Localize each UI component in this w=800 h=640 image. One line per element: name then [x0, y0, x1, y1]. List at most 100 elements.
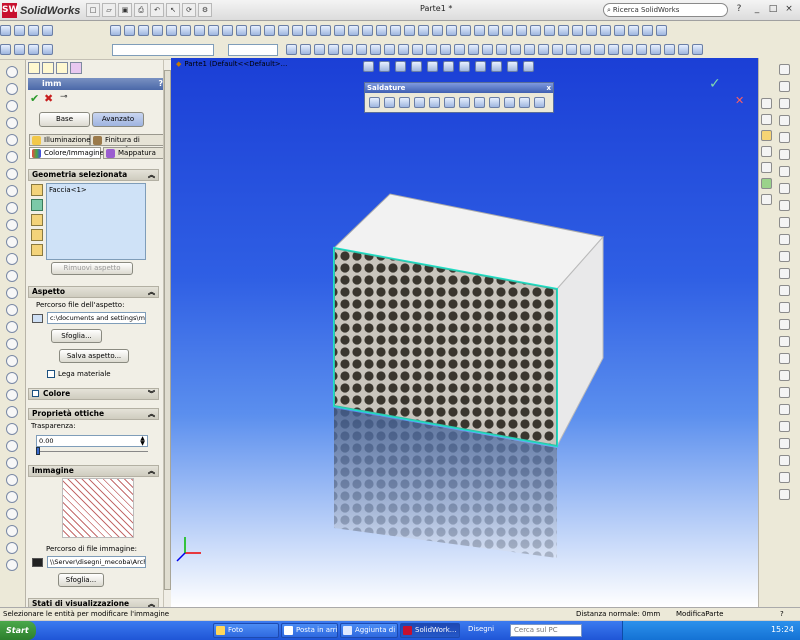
view-tool-icon[interactable]: [779, 132, 790, 143]
feature-filter-icon[interactable]: [31, 214, 43, 226]
toolbar-button-icon[interactable]: [552, 44, 563, 55]
tab-illuminazione[interactable]: Illuminazione: [29, 134, 91, 146]
toolbar-button-icon[interactable]: [370, 44, 381, 55]
toolbar-button-icon[interactable]: [110, 25, 121, 36]
spin-arrows-icon[interactable]: ▲ ▼: [138, 436, 147, 447]
taskbar-search-input[interactable]: Cerca sul PC: [510, 624, 582, 637]
library-icon[interactable]: [761, 114, 772, 125]
toolbar-button-icon[interactable]: [42, 25, 53, 36]
sketch-tool-icon[interactable]: [6, 559, 18, 571]
view-tool-icon[interactable]: [779, 217, 790, 228]
toolbar-button-icon[interactable]: [384, 44, 395, 55]
sketch-tool-icon[interactable]: [6, 168, 18, 180]
rebuild-icon[interactable]: ⟳: [182, 3, 196, 17]
weldment-tool-icon[interactable]: [459, 97, 470, 108]
view-tool-icon[interactable]: [779, 115, 790, 126]
toolbar-button-icon[interactable]: [222, 25, 233, 36]
sketch-tool-icon[interactable]: [6, 100, 18, 112]
sketch-tool-icon[interactable]: [6, 338, 18, 350]
link-material-checkbox[interactable]: [47, 370, 55, 378]
toolbar-button-icon[interactable]: [356, 44, 367, 55]
select-icon[interactable]: ↖: [166, 3, 180, 17]
task-posta[interactable]: Posta in arri...: [281, 623, 338, 638]
weldment-tool-icon[interactable]: [444, 97, 455, 108]
toolbar-button-icon[interactable]: [138, 25, 149, 36]
task-aggiunta[interactable]: Aggiunta di ...: [340, 623, 398, 638]
saldature-toolbar[interactable]: Saldature x: [364, 82, 554, 113]
sketch-tool-icon[interactable]: [6, 457, 18, 469]
help-button[interactable]: ?: [732, 2, 746, 16]
color-checkbox[interactable]: [32, 390, 39, 397]
toolbar-button-icon[interactable]: [432, 25, 443, 36]
toolbar-button-icon[interactable]: [286, 44, 297, 55]
view-tool-icon[interactable]: [779, 438, 790, 449]
view-tool-icon[interactable]: [779, 81, 790, 92]
sketch-tool-icon[interactable]: [6, 219, 18, 231]
view-toolbar-icon[interactable]: [475, 61, 486, 72]
toolbar-button-icon[interactable]: [642, 25, 653, 36]
transparency-field[interactable]: 0.00: [36, 435, 148, 447]
toolbar-button-icon[interactable]: [236, 25, 247, 36]
toolbar-button-icon[interactable]: [586, 25, 597, 36]
solidworks-logo[interactable]: SW SolidWorks: [2, 2, 82, 19]
weldment-tool-icon[interactable]: [399, 97, 410, 108]
view-tool-icon[interactable]: [779, 64, 790, 75]
view-tool-icon[interactable]: [779, 183, 790, 194]
toolbar-button-icon[interactable]: [0, 44, 11, 55]
toolbar-button-icon[interactable]: [656, 25, 667, 36]
toolbar-button-icon[interactable]: [558, 25, 569, 36]
sketch-tool-icon[interactable]: [6, 423, 18, 435]
toolbar-button-icon[interactable]: [342, 44, 353, 55]
toolbar-button-icon[interactable]: [460, 25, 471, 36]
toolbar-button-icon[interactable]: [404, 25, 415, 36]
image-group-header[interactable]: Immagine ︽: [28, 465, 159, 477]
sketch-tool-icon[interactable]: [6, 66, 18, 78]
toolbar-button-icon[interactable]: [488, 25, 499, 36]
toolbar-button-icon[interactable]: [628, 25, 639, 36]
body-filter-icon[interactable]: [31, 199, 43, 211]
view-tool-icon[interactable]: [779, 387, 790, 398]
sketch-tool-icon[interactable]: [6, 202, 18, 214]
weldment-tool-icon[interactable]: [384, 97, 395, 108]
configuration-manager-tab-icon[interactable]: [56, 62, 68, 74]
toolbar-button-icon[interactable]: [348, 25, 359, 36]
pin-icon[interactable]: ⊸: [60, 92, 68, 102]
sketch-tool-icon[interactable]: [6, 474, 18, 486]
view-tool-icon[interactable]: [779, 234, 790, 245]
toolbar-button-icon[interactable]: [250, 25, 261, 36]
toolbar-button-icon[interactable]: [28, 44, 39, 55]
sketch-tool-icon[interactable]: [6, 406, 18, 418]
toolbar-button-icon[interactable]: [398, 44, 409, 55]
display-states-group-header[interactable]: Stati di visualizzazione ︽: [28, 598, 159, 607]
sketch-tool-icon[interactable]: [6, 372, 18, 384]
weldment-tool-icon[interactable]: [504, 97, 515, 108]
sketch-tool-icon[interactable]: [6, 83, 18, 95]
remove-appearance-button[interactable]: Rimuovi aspetto: [51, 262, 133, 275]
feature-manager-tab-icon[interactable]: [28, 62, 40, 74]
toolbar-button-icon[interactable]: [180, 25, 191, 36]
sketch-tool-icon[interactable]: [6, 287, 18, 299]
geometry-group-header[interactable]: Geometria selezionata ︽: [28, 169, 159, 181]
toolbar-button-icon[interactable]: [636, 44, 647, 55]
view-tool-icon[interactable]: [779, 404, 790, 415]
toolbar-button-icon[interactable]: [0, 25, 11, 36]
view-toolbar-icon[interactable]: [459, 61, 470, 72]
weldment-tool-icon[interactable]: [519, 97, 530, 108]
toolbar-button-icon[interactable]: [524, 44, 535, 55]
toolbar-button-icon[interactable]: [14, 44, 25, 55]
toolbar-button-icon[interactable]: [292, 25, 303, 36]
toolbar-button-icon[interactable]: [426, 44, 437, 55]
graphics-viewport[interactable]: [171, 58, 758, 607]
view-toolbar-icon[interactable]: [427, 61, 438, 72]
view-toolbar-icon[interactable]: [507, 61, 518, 72]
toolbar-button-icon[interactable]: [412, 44, 423, 55]
sketch-tool-icon[interactable]: [6, 389, 18, 401]
transparency-slider-thumb[interactable]: [36, 447, 40, 455]
toolbar-button-icon[interactable]: [166, 25, 177, 36]
folder-icon[interactable]: [761, 130, 772, 141]
appearance-path-field[interactable]: c:\documents and settings\micl: [47, 312, 146, 324]
toolbar-button-icon[interactable]: [516, 25, 527, 36]
toolbar-button-icon[interactable]: [580, 44, 591, 55]
view-tool-icon[interactable]: [779, 302, 790, 313]
confirm-corner-check-icon[interactable]: ✓: [709, 76, 721, 92]
